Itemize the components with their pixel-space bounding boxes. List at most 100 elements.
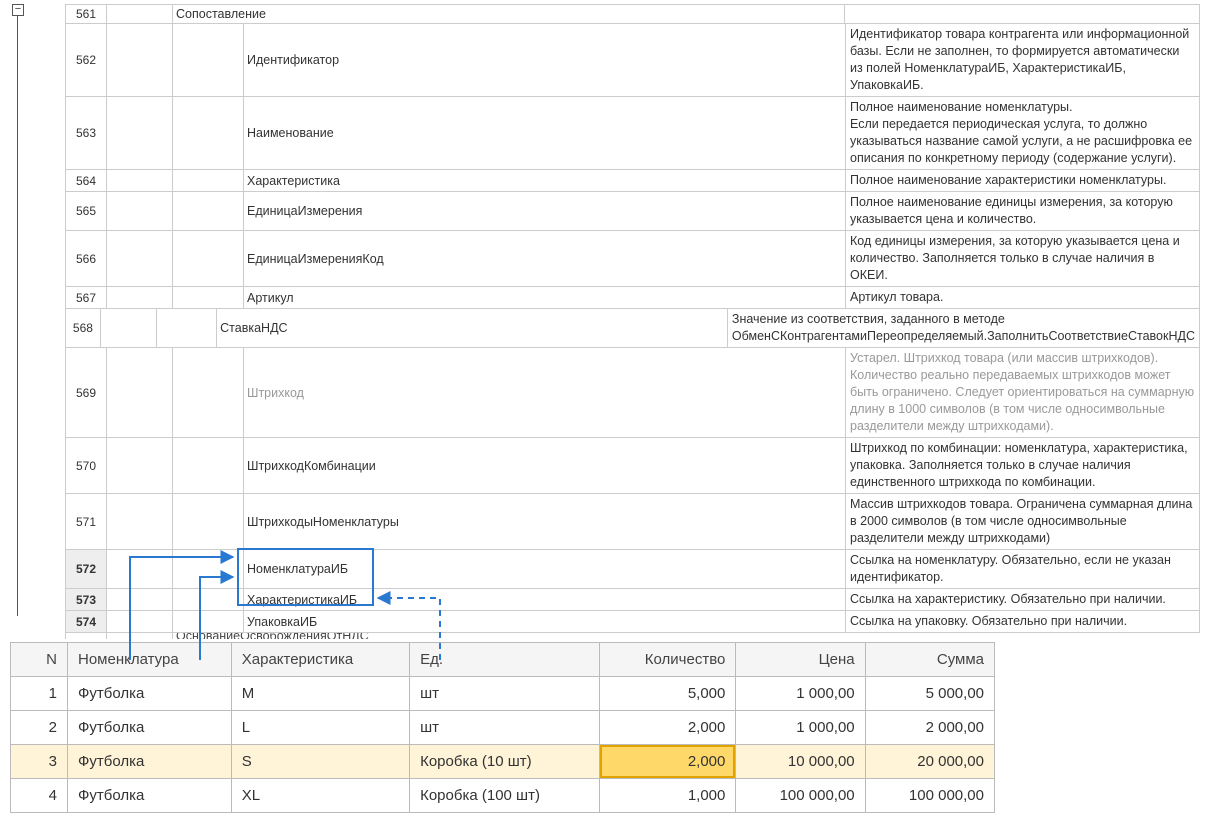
cell-nomenclature[interactable]: Футболка [68, 745, 232, 779]
tree-indent [173, 287, 244, 308]
node-name[interactable]: Артикул [244, 287, 846, 308]
node-name[interactable]: Наименование [244, 97, 846, 169]
cell-price[interactable]: 10 000,00 [736, 745, 865, 779]
row-number[interactable]: 574 [65, 611, 107, 632]
cell-unit[interactable]: Коробка (100 шт) [410, 779, 600, 813]
tree-indent [157, 309, 217, 347]
cell-n[interactable]: 3 [11, 745, 68, 779]
outline-gutter: − [10, 4, 60, 616]
cell-sum[interactable]: 20 000,00 [865, 745, 994, 779]
cell-nomenclature[interactable]: Футболка [68, 779, 232, 813]
tree-indent [101, 309, 157, 347]
node-description: Ссылка на характеристику. Обязательно пр… [846, 589, 1200, 610]
row-number[interactable]: 569 [65, 348, 107, 437]
tree-row[interactable]: 570ШтрихкодКомбинацииШтрихкод по комбина… [65, 437, 1200, 493]
tree-indent [173, 494, 244, 549]
cell-characteristic[interactable]: XL [231, 779, 409, 813]
cell-characteristic[interactable]: S [231, 745, 409, 779]
cell-n[interactable]: 2 [11, 711, 68, 745]
node-description: Значение из соответствия, заданного в ме… [728, 309, 1200, 347]
row-number[interactable]: 567 [65, 287, 107, 308]
node-name[interactable]: Идентификатор [244, 24, 846, 96]
tree-indent [173, 231, 244, 286]
tree-indent [107, 494, 173, 549]
cell-qty[interactable]: 2,000 [599, 711, 736, 745]
table-row[interactable]: 1ФутболкаMшт5,0001 000,005 000,00 [11, 677, 995, 711]
table-header-row: N Номенклатура Характеристика Ед. Количе… [11, 643, 995, 677]
cell-characteristic[interactable]: L [231, 711, 409, 745]
node-name[interactable]: ШтрихкодыНоменклатуры [244, 494, 846, 549]
row-number[interactable]: 561 [65, 5, 107, 23]
row-number[interactable]: 573 [65, 589, 107, 610]
tree-row[interactable]: 566ЕдиницаИзмеренияКодКод единицы измере… [65, 230, 1200, 286]
tree-row[interactable]: 573 ХарактеристикаИБСсылка на характерист… [65, 588, 1200, 610]
tree-row[interactable]: 568 СтавкаНДСЗначение из соответствия, за… [65, 308, 1200, 347]
tree-row[interactable]: 562 ИдентификаторИдентификатор товара кон… [65, 23, 1200, 96]
node-name[interactable]: ХарактеристикаИБ [244, 589, 846, 610]
tree-indent [173, 550, 244, 588]
tree-indent [173, 97, 244, 169]
tree-row[interactable]: 567АртикулАртикул товара. [65, 286, 1200, 308]
row-number[interactable]: 564 [65, 170, 107, 191]
cell-nomenclature[interactable]: Футболка [68, 711, 232, 745]
line-items-table[interactable]: N Номенклатура Характеристика Ед. Количе… [10, 642, 995, 813]
col-qty: Количество [599, 643, 736, 677]
row-number[interactable]: 570 [65, 438, 107, 493]
tree-row[interactable]: 565ЕдиницаИзмеренияПолное наименование е… [65, 191, 1200, 230]
node-name[interactable]: Характеристика [244, 170, 846, 191]
cell-qty[interactable]: 2,000 [599, 745, 736, 779]
col-n: N [11, 643, 68, 677]
node-description: Устарел. Штрихкод товара (или массив штр… [846, 348, 1200, 437]
tree-row[interactable]: 574 УпаковкаИБСсылка на упаковку. Обязате… [65, 610, 1200, 632]
cell-sum[interactable]: 2 000,00 [865, 711, 994, 745]
cell-n[interactable]: 4 [11, 779, 68, 813]
tree-indent [107, 287, 173, 308]
row-number[interactable]: 563 [65, 97, 107, 169]
row-number[interactable]: 568 [65, 309, 101, 347]
node-name[interactable]: ЕдиницаИзмеренияКод [244, 231, 846, 286]
row-number[interactable]: 566 [65, 231, 107, 286]
row-number[interactable]: 572 [65, 550, 107, 588]
cell-unit[interactable]: шт [410, 711, 600, 745]
node-name[interactable]: УпаковкаИБ [244, 611, 846, 632]
cell-unit[interactable]: Коробка (10 шт) [410, 745, 600, 779]
node-description: Массив штрихкодов товара. Ограничена сум… [846, 494, 1200, 549]
node-description: Ссылка на упаковку. Обязательно при нали… [846, 611, 1200, 632]
row-number[interactable]: 565 [65, 192, 107, 230]
cell-n[interactable]: 1 [11, 677, 68, 711]
node-name[interactable]: ШтрихкодКомбинации [244, 438, 846, 493]
col-sum: Сумма [865, 643, 994, 677]
cell-qty[interactable]: 5,000 [599, 677, 736, 711]
collapse-icon[interactable]: − [12, 4, 24, 16]
tree-row[interactable]: 569 ШтрихкодУстарел. Штрихкод товара (или… [65, 347, 1200, 437]
cell-sum[interactable]: 5 000,00 [865, 677, 994, 711]
table-row[interactable]: 2ФутболкаLшт2,0001 000,002 000,00 [11, 711, 995, 745]
tree-indent [173, 170, 244, 191]
node-description: Идентификатор товара контрагента или инф… [846, 24, 1200, 96]
tree-row[interactable]: 563НаименованиеПолное наименование номен… [65, 96, 1200, 169]
cell-sum[interactable]: 100 000,00 [865, 779, 994, 813]
tree-row[interactable]: 571 ШтрихкодыНоменклатурыМассив штрихкодо… [65, 493, 1200, 549]
node-name[interactable]: Штрихкод [244, 348, 846, 437]
cell-price[interactable]: 1 000,00 [736, 711, 865, 745]
cell-price[interactable]: 100 000,00 [736, 779, 865, 813]
tree-row-truncated: ОснованиеОсвобожденияОтНДС [65, 632, 1200, 639]
tree-row[interactable]: 564ХарактеристикаПолное наименование хар… [65, 169, 1200, 191]
cell-qty[interactable]: 1,000 [599, 779, 736, 813]
cell-nomenclature[interactable]: Футболка [68, 677, 232, 711]
cell-characteristic[interactable]: M [231, 677, 409, 711]
tree-indent [173, 589, 244, 610]
row-number[interactable]: 562 [65, 24, 107, 96]
tree-row[interactable]: 561 Сопоставление [65, 4, 1200, 23]
table-row[interactable]: 4ФутболкаXLКоробка (100 шт)1,000100 000,… [11, 779, 995, 813]
cell-price[interactable]: 1 000,00 [736, 677, 865, 711]
row-number[interactable]: 571 [65, 494, 107, 549]
node-name[interactable]: Сопоставление [173, 5, 845, 23]
node-name[interactable]: НоменклатураИБ [244, 550, 846, 588]
node-name[interactable]: ЕдиницаИзмерения [244, 192, 846, 230]
table-row[interactable]: 3ФутболкаSКоробка (10 шт)2,00010 000,002… [11, 745, 995, 779]
tree-row[interactable]: 572НоменклатураИБСсылка на номенклатуру.… [65, 549, 1200, 588]
node-name[interactable]: СтавкаНДС [217, 309, 728, 347]
cell-unit[interactable]: шт [410, 677, 600, 711]
tree-indent [107, 192, 173, 230]
